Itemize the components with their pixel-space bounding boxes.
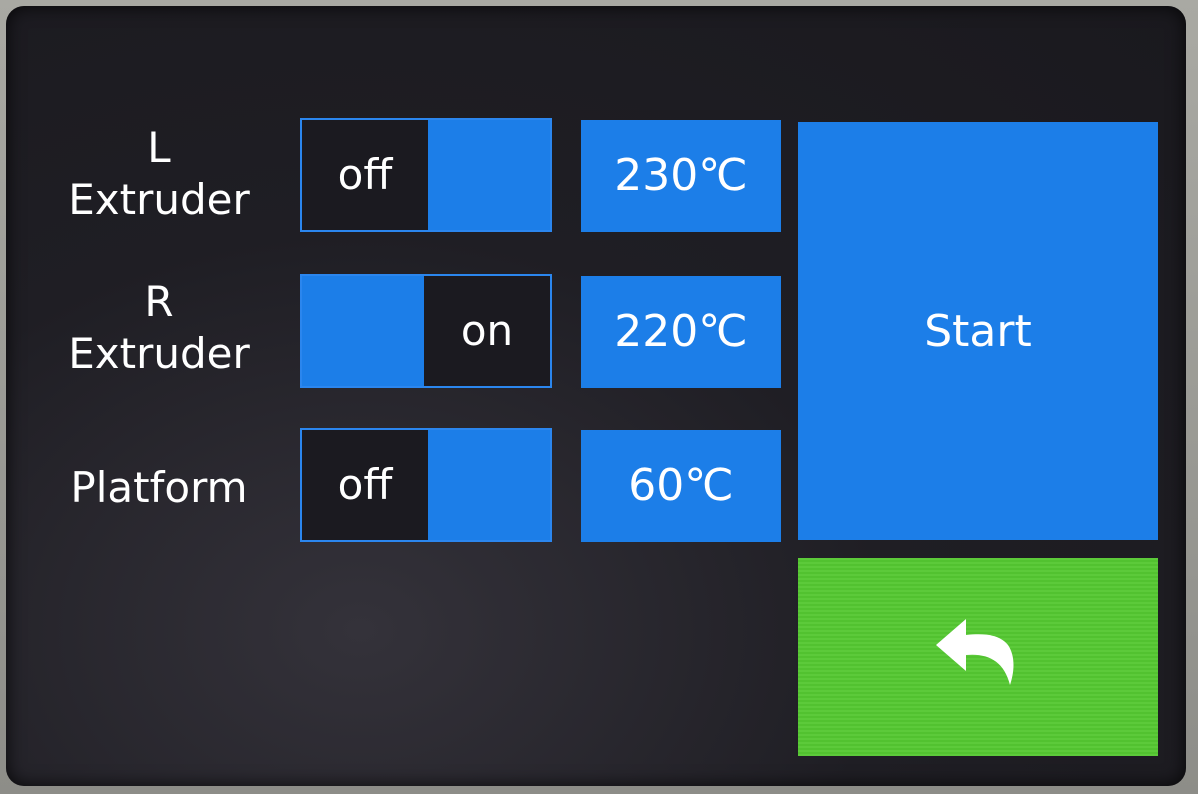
r-extruder-temperature-button[interactable]: 220℃ xyxy=(581,276,781,388)
r-extruder-label-line2: Extruder xyxy=(68,329,250,378)
r-extruder-toggle[interactable]: on xyxy=(300,274,552,388)
l-extruder-label-line1: L xyxy=(147,123,171,172)
platform-toggle[interactable]: off xyxy=(300,428,552,542)
device-bezel: L Extruder off 230℃ R Extruder on 220℃ P… xyxy=(0,0,1198,794)
l-extruder-label: L Extruder xyxy=(44,122,274,226)
l-extruder-toggle-state: off xyxy=(302,120,428,230)
l-extruder-temperature-button[interactable]: 230℃ xyxy=(581,120,781,232)
platform-label: Platform xyxy=(70,463,248,512)
touch-screen: L Extruder off 230℃ R Extruder on 220℃ P… xyxy=(6,6,1186,786)
start-button[interactable]: Start xyxy=(798,122,1158,540)
r-extruder-toggle-state: on xyxy=(424,276,550,386)
r-extruder-label-line1: R xyxy=(144,277,174,326)
start-button-label: Start xyxy=(924,305,1032,357)
back-button[interactable] xyxy=(798,558,1158,756)
platform-toggle-state: off xyxy=(302,430,428,540)
l-extruder-label-line2: Extruder xyxy=(68,175,250,224)
l-extruder-toggle[interactable]: off xyxy=(300,118,552,232)
r-extruder-label: R Extruder xyxy=(44,276,274,380)
platform-temperature-button[interactable]: 60℃ xyxy=(581,430,781,542)
back-arrow-icon xyxy=(930,613,1026,702)
